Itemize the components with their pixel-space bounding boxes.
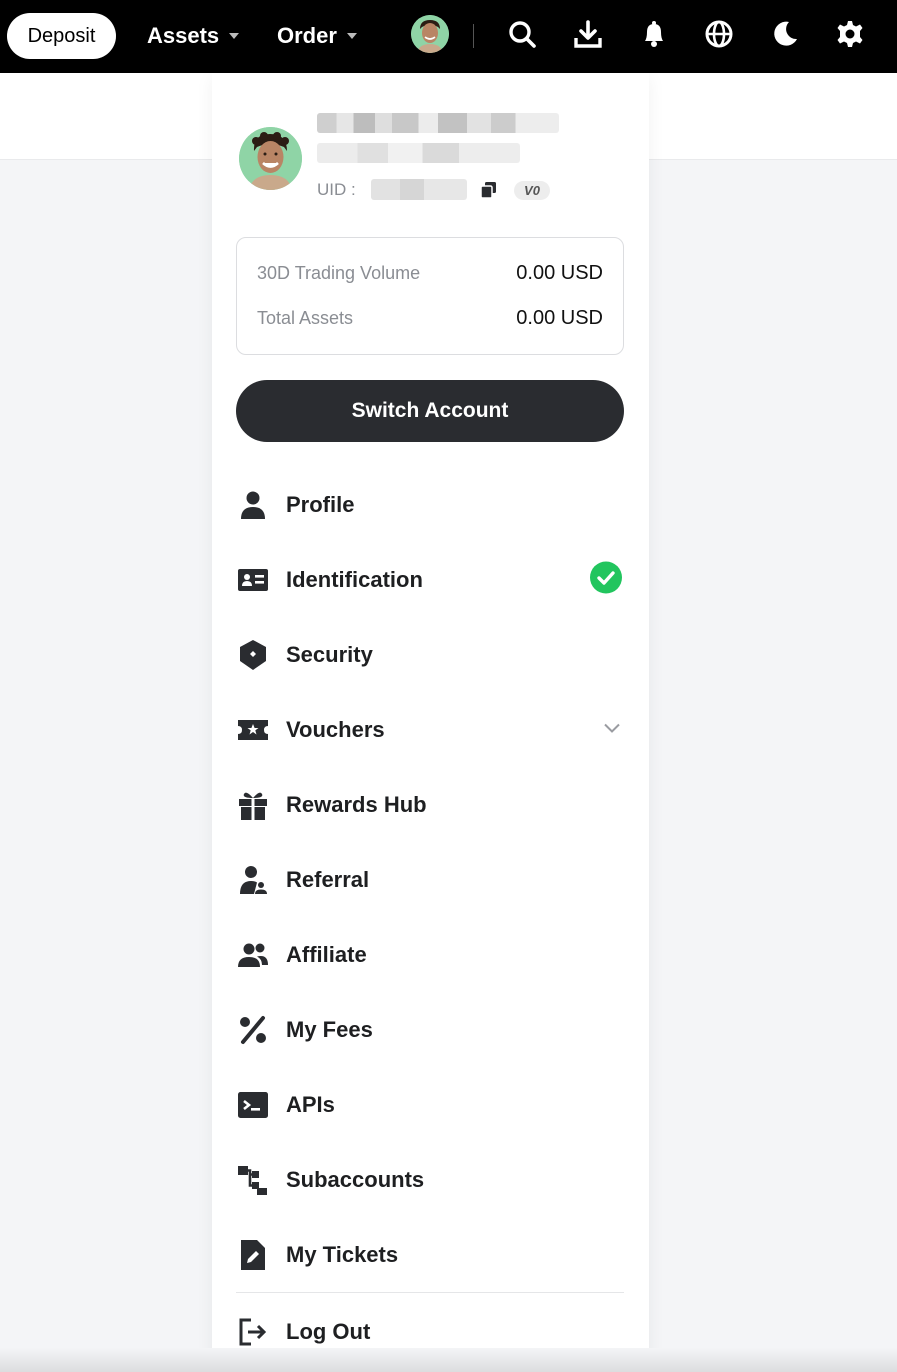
menu-item-profile[interactable]: Profile: [236, 479, 624, 531]
download-icon[interactable]: [571, 17, 605, 51]
menu-item-referral[interactable]: Referral: [236, 854, 624, 906]
menu-item-label: Affiliate: [286, 942, 367, 967]
shield-icon: [236, 638, 270, 672]
referral-icon: [236, 863, 270, 897]
chevron-down-icon: [229, 33, 240, 39]
assets-menu[interactable]: Assets: [147, 22, 240, 50]
uid-label: UID :: [317, 180, 356, 199]
menu-item-label: Security: [286, 642, 373, 667]
switch-account-button[interactable]: Switch Account: [236, 380, 624, 442]
verified-check-icon: [590, 561, 622, 599]
avatar[interactable]: [411, 15, 449, 53]
vip-level-badge: V0: [514, 181, 550, 200]
menu-item-my-fees[interactable]: My Fees: [236, 1004, 624, 1056]
gear-icon[interactable]: [833, 17, 867, 51]
stats-card: 30D Trading Volume 0.00 USD Total Assets…: [236, 237, 624, 355]
menu-item-label: Profile: [286, 492, 355, 517]
menu-item-label: Vouchers: [286, 717, 385, 742]
menu-item-rewards-hub[interactable]: Rewards Hub: [236, 779, 624, 831]
menu-item-label: Identification: [286, 567, 423, 592]
logout-icon: [236, 1315, 270, 1349]
assets-menu-label: Assets: [147, 23, 220, 48]
menu-item-subaccounts[interactable]: Subaccounts: [236, 1154, 624, 1206]
total-assets-label: Total Assets: [257, 307, 354, 328]
menu-divider: [236, 1292, 624, 1293]
percent-icon: [236, 1013, 270, 1047]
deposit-button[interactable]: Deposit: [7, 13, 116, 59]
menu-item-security[interactable]: Security: [236, 629, 624, 681]
volume-label: 30D Trading Volume: [257, 262, 421, 283]
menu-item-label: Rewards Hub: [286, 792, 427, 817]
menu-item-label: APIs: [286, 1092, 335, 1117]
menu-item-my-tickets[interactable]: My Tickets: [236, 1229, 624, 1281]
uid-redacted: [371, 179, 467, 200]
account-dropdown: UID : V0 30D Trading Volume 0.00 USD Tot…: [212, 73, 649, 1368]
menu-item-label: Subaccounts: [286, 1167, 425, 1192]
menu-item-vouchers[interactable]: Vouchers: [236, 704, 624, 756]
chevron-down-icon: [346, 33, 357, 39]
ticket-doc-icon: [236, 1238, 270, 1272]
username-redacted: [317, 113, 559, 133]
stat-row-assets: Total Assets 0.00 USD: [257, 305, 603, 331]
menu-item-label: My Tickets: [286, 1242, 399, 1267]
order-menu-label: Order: [277, 23, 337, 48]
menu-item-identification[interactable]: Identification: [236, 554, 624, 606]
bell-icon[interactable]: [637, 17, 671, 51]
avatar: [239, 127, 302, 190]
group-icon: [236, 938, 270, 972]
ticket-icon: [236, 713, 270, 747]
order-menu[interactable]: Order: [277, 22, 357, 50]
hierarchy-icon: [236, 1163, 270, 1197]
copy-icon[interactable]: [480, 181, 498, 199]
menu-item-label: My Fees: [286, 1017, 373, 1042]
person-icon: [236, 488, 270, 522]
total-assets-value: 0.00 USD: [516, 306, 603, 329]
email-redacted: [317, 143, 520, 163]
menu-item-apis[interactable]: APIs: [236, 1079, 624, 1131]
page-bottom-edge: [0, 1348, 897, 1372]
volume-value: 0.00 USD: [516, 261, 603, 284]
terminal-icon: [236, 1088, 270, 1122]
stat-row-volume: 30D Trading Volume 0.00 USD: [257, 260, 603, 286]
id-card-icon: [236, 563, 270, 597]
menu-item-label: Referral: [286, 867, 370, 892]
globe-icon[interactable]: [702, 17, 736, 51]
search-icon[interactable]: [505, 17, 539, 51]
toolbar-divider: [473, 24, 474, 48]
top-navbar: Deposit Assets Order: [0, 0, 897, 73]
gift-icon: [236, 788, 270, 822]
moon-icon[interactable]: [768, 17, 802, 51]
menu-item-affiliate[interactable]: Affiliate: [236, 929, 624, 981]
logout-label: Log Out: [286, 1319, 371, 1344]
chevron-down-icon[interactable]: [602, 718, 622, 743]
